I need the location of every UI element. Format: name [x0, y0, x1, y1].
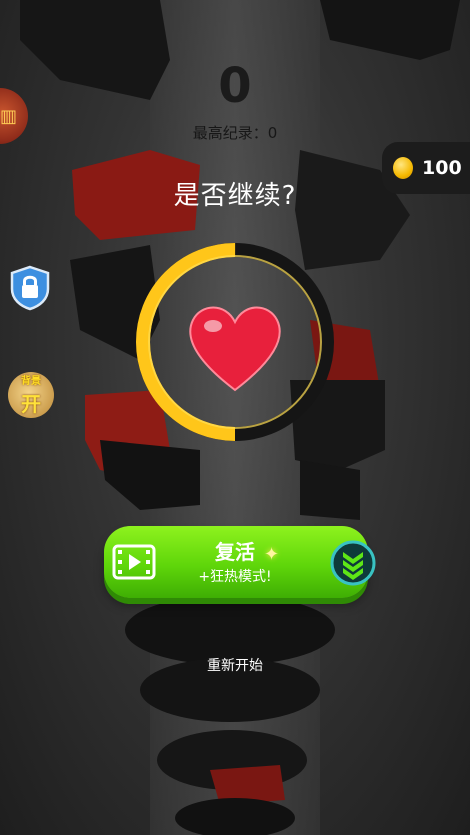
lock-icon — [22, 285, 38, 298]
coin-count: 100 — [422, 157, 462, 179]
platform-segment — [320, 0, 460, 60]
sparkle-icon: ✦ — [264, 544, 280, 565]
revive-button-label: 复活 — [215, 540, 255, 564]
game-stage: 0 最高纪录：0 是否继续? 100 ▥ 背景 开 复活 +狂热模式! ✦ 重新… — [0, 0, 470, 835]
coin-icon — [393, 157, 413, 179]
restart-link[interactable]: 重新开始 — [0, 655, 470, 675]
platform-segment — [100, 440, 200, 510]
current-score: 0 — [218, 58, 252, 114]
fever-mode-icon — [330, 540, 376, 586]
chest-icon: ▥ — [0, 106, 18, 127]
lock-button[interactable] — [8, 265, 52, 311]
skin-badge-text: 背景 — [21, 376, 41, 387]
revive-button-sublabel: +狂热模式! — [198, 569, 272, 585]
revive-timer-ring — [136, 243, 334, 441]
skin-badge-big-text: 开 — [21, 392, 41, 416]
platform-segment — [300, 460, 360, 520]
heart-icon — [189, 306, 281, 392]
heart-shine — [204, 320, 222, 332]
best-score: 最高纪录：0 — [192, 124, 278, 142]
